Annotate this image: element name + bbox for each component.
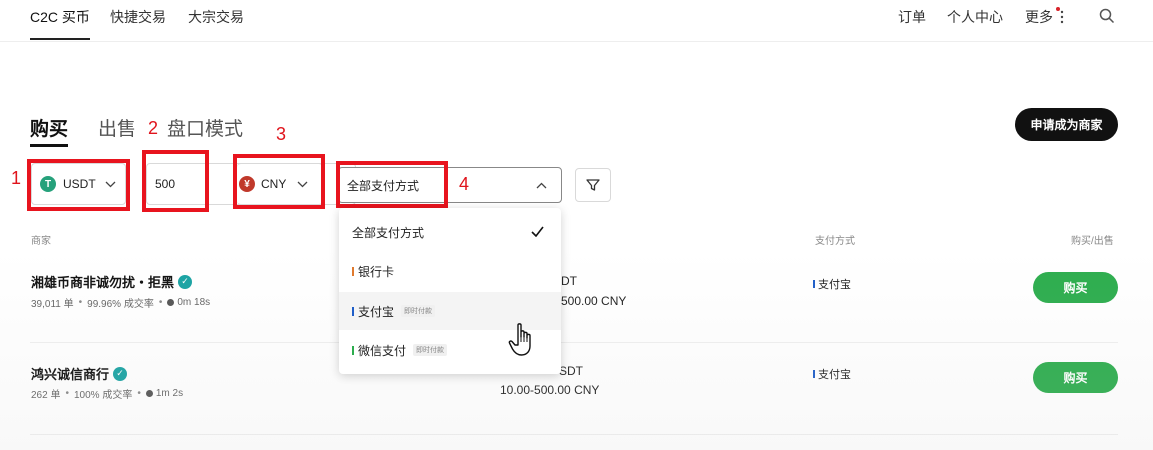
- tab-orderbook-mode[interactable]: 盘口模式: [167, 114, 243, 141]
- dropdown-option-all[interactable]: 全部支付方式: [339, 213, 561, 251]
- top-nav: C2C 买币 快捷交易 大宗交易 订单 个人中心 更多: [0, 0, 1153, 42]
- completion-rate: 100% 成交率: [73, 390, 133, 401]
- annotation-label-2: 2: [148, 118, 159, 138]
- response-time: 1m 2s: [155, 388, 184, 399]
- instant-payment-badge: 即时付款: [401, 305, 436, 317]
- order-count: 262 单: [31, 390, 61, 401]
- payment-method-cell: 支付宝: [813, 366, 851, 382]
- header-merchant: 商家: [31, 236, 51, 247]
- alipay-marker: [813, 280, 815, 288]
- header-payment-method: 支付方式: [815, 236, 855, 247]
- completion-rate: 99.96% 成交率: [87, 299, 154, 310]
- alipay-marker: [352, 306, 354, 316]
- nav-tab-quick-trade[interactable]: 快捷交易: [110, 7, 166, 27]
- verified-badge-icon: ✓: [178, 274, 193, 289]
- alipay-marker: [813, 370, 815, 378]
- tab-sell[interactable]: 出售: [98, 114, 136, 141]
- tab-buy[interactable]: 购买: [30, 114, 68, 141]
- dropdown-option-bank-card[interactable]: 银行卡: [339, 252, 561, 290]
- amount-limit: SDT: [559, 364, 583, 378]
- row-divider: [30, 434, 1118, 435]
- hand-cursor-icon: [508, 323, 531, 356]
- merchant-name[interactable]: 湘雄币商非诚勿扰・拒黑 ✓: [31, 272, 193, 291]
- merchant-stats: 39,011 单 • 99.96% 成交率 • 0m 18s: [31, 297, 211, 310]
- bank-card-marker: [352, 266, 354, 276]
- merchant-stats: 262 单 • 100% 成交率 • 1m 2s: [31, 388, 184, 401]
- header-buy-sell: 购买/出售: [1071, 236, 1114, 247]
- more-dots-icon[interactable]: [1060, 10, 1064, 24]
- buy-button[interactable]: 购买: [1033, 272, 1118, 303]
- clock-icon: [145, 390, 153, 397]
- row-divider: [30, 342, 1118, 343]
- nav-more[interactable]: 更多: [1025, 7, 1053, 27]
- nav-active-underline: [30, 38, 90, 40]
- amount-range: 10.00-500.00 CNY: [500, 383, 600, 397]
- chevron-up-icon: [536, 182, 547, 189]
- search-icon[interactable]: [1099, 8, 1115, 24]
- wechat-marker: [352, 345, 354, 355]
- filter-button[interactable]: [575, 168, 611, 202]
- amount-range: 500.00 CNY: [561, 294, 627, 308]
- nav-tab-block-trade[interactable]: 大宗交易: [188, 7, 244, 27]
- payment-method-cell: 支付宝: [813, 276, 851, 292]
- merchant-name[interactable]: 鸿兴诚信商行 ✓: [31, 364, 128, 383]
- response-time: 0m 18s: [177, 297, 211, 308]
- nav-tab-c2c[interactable]: C2C 买币: [30, 7, 90, 27]
- buy-button[interactable]: 购买: [1033, 362, 1118, 393]
- annotation-box-4: [336, 161, 448, 208]
- nav-orders[interactable]: 订单: [898, 7, 926, 27]
- amount-limit: DT: [561, 274, 577, 288]
- tab-active-underline: [30, 144, 68, 147]
- clock-icon: [167, 299, 175, 306]
- become-merchant-button[interactable]: 申请成为商家: [1015, 108, 1118, 141]
- annotation-box-3: [233, 154, 325, 209]
- verified-badge-icon: ✓: [113, 366, 128, 381]
- check-icon: [531, 226, 544, 237]
- annotation-label-1: 1: [11, 168, 22, 188]
- annotation-label-4: 4: [459, 174, 470, 194]
- annotation-box-2: [142, 150, 209, 212]
- instant-payment-badge: 即时付款: [413, 344, 448, 356]
- annotation-box-1: [27, 159, 130, 211]
- nav-personal-center[interactable]: 个人中心: [947, 7, 1003, 27]
- order-count: 39,011 单: [31, 299, 74, 310]
- filter-icon: [586, 179, 600, 191]
- annotation-label-3: 3: [276, 124, 287, 144]
